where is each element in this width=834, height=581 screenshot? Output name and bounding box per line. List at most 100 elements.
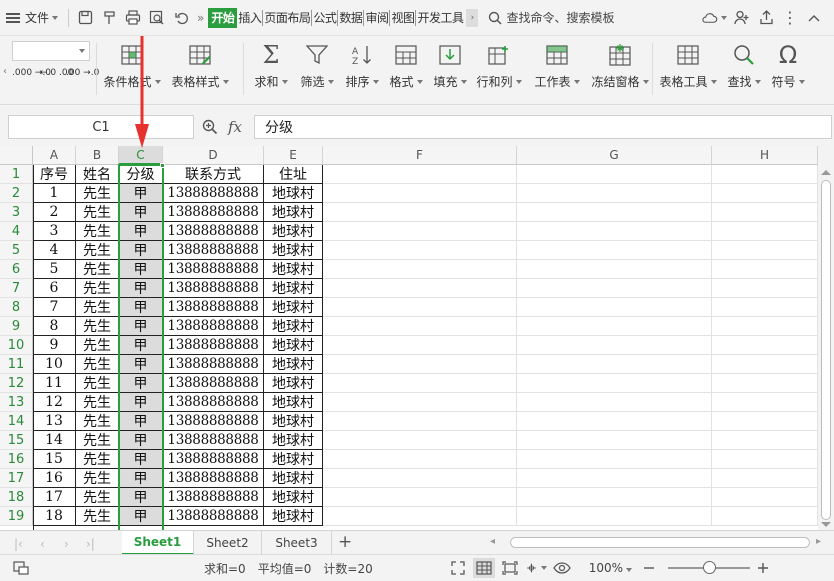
table-cell[interactable]: 先生 — [76, 279, 119, 298]
table-cell[interactable] — [712, 393, 818, 412]
table-header-cell[interactable]: 序号 — [33, 165, 76, 184]
table-cell[interactable] — [323, 165, 517, 184]
table-cell[interactable]: 地球村 — [264, 355, 323, 374]
fullscreen-icon[interactable] — [447, 558, 469, 578]
table-cell[interactable]: 地球村 — [264, 260, 323, 279]
column-header-a[interactable]: A — [33, 146, 76, 165]
horizontal-scroll-thumb[interactable] — [510, 537, 810, 548]
row-header[interactable]: 6 — [0, 260, 33, 279]
column-header-f[interactable]: F — [323, 146, 517, 165]
table-cell[interactable]: 先生 — [76, 203, 119, 222]
table-cell[interactable]: 地球村 — [264, 317, 323, 336]
table-cell[interactable]: 先生 — [76, 355, 119, 374]
table-cell[interactable]: 18 — [33, 507, 76, 526]
row-header[interactable]: 3 — [0, 203, 33, 222]
table-cell[interactable]: 地球村 — [264, 184, 323, 203]
horizontal-scrollbar[interactable]: ◂ ▸ — [480, 536, 830, 550]
print-preview-icon[interactable] — [148, 9, 166, 27]
row-header[interactable]: 16 — [0, 450, 33, 469]
tab-formulas[interactable]: 公式 — [312, 8, 337, 28]
table-cell[interactable] — [517, 279, 712, 298]
table-cell[interactable] — [517, 336, 712, 355]
table-cell[interactable] — [712, 469, 818, 488]
table-cell[interactable] — [712, 488, 818, 507]
table-cell[interactable]: 13888888888 — [163, 203, 264, 222]
table-cell[interactable] — [323, 374, 517, 393]
table-cell[interactable] — [517, 298, 712, 317]
table-cell[interactable] — [712, 241, 818, 260]
table-cell[interactable] — [323, 317, 517, 336]
row-header[interactable]: 18 — [0, 488, 33, 507]
table-cell[interactable]: 甲 — [119, 450, 163, 469]
tabs-scroll-right-icon[interactable]: › — [466, 8, 479, 27]
name-box[interactable]: C1 — [8, 115, 194, 139]
tab-insert[interactable]: 插入 — [237, 8, 262, 28]
table-cell[interactable] — [517, 260, 712, 279]
table-cell[interactable] — [517, 469, 712, 488]
table-cell[interactable]: 5 — [33, 260, 76, 279]
table-header-cell[interactable]: 联系方式 — [163, 165, 264, 184]
chevron-up-icon[interactable] — [805, 9, 823, 27]
table-cell[interactable] — [712, 222, 818, 241]
table-cell[interactable]: 17 — [33, 488, 76, 507]
table-cell[interactable] — [517, 222, 712, 241]
table-cell[interactable]: 先生 — [76, 317, 119, 336]
sheet-tab-sheet2[interactable]: Sheet2 — [194, 531, 262, 555]
table-cell[interactable] — [517, 317, 712, 336]
format-button[interactable]: 格式 — [388, 37, 424, 105]
number-format-select[interactable] — [12, 41, 90, 61]
column-header-h[interactable]: H — [712, 146, 818, 165]
table-cell[interactable]: 先生 — [76, 450, 119, 469]
table-cell[interactable]: 13888888888 — [163, 469, 264, 488]
table-cell[interactable] — [323, 393, 517, 412]
table-cell[interactable] — [323, 241, 517, 260]
row-header[interactable]: 11 — [0, 355, 33, 374]
row-header[interactable]: 7 — [0, 279, 33, 298]
undo-icon[interactable] — [172, 9, 190, 27]
tab-developer[interactable]: 开发工具 — [416, 8, 464, 28]
table-header-cell[interactable]: 住址 — [264, 165, 323, 184]
collaborate-icon[interactable] — [733, 9, 751, 27]
table-cell[interactable]: 7 — [33, 298, 76, 317]
table-cell[interactable]: 先生 — [76, 469, 119, 488]
tab-view[interactable]: 视图 — [390, 8, 415, 28]
column-header-g[interactable]: G — [517, 146, 712, 165]
table-cell[interactable] — [517, 184, 712, 203]
fill-handle[interactable] — [160, 163, 165, 168]
sort-button[interactable]: AZ 排序 — [343, 37, 381, 105]
row-header[interactable]: 1 — [0, 165, 33, 184]
table-cell[interactable]: 13888888888 — [163, 184, 264, 203]
table-cell[interactable] — [323, 450, 517, 469]
table-cell[interactable]: 甲 — [119, 279, 163, 298]
table-cell[interactable] — [323, 355, 517, 374]
decimal-format-button[interactable]: .00 →.0 — [66, 69, 99, 78]
table-cell[interactable]: 先生 — [76, 431, 119, 450]
tab-page-layout[interactable]: 页面布局 — [263, 8, 311, 28]
table-cell[interactable]: 地球村 — [264, 450, 323, 469]
table-cell[interactable]: 地球村 — [264, 374, 323, 393]
table-cell[interactable]: 甲 — [119, 507, 163, 526]
table-cell[interactable]: 地球村 — [264, 431, 323, 450]
column-header-e[interactable]: E — [264, 146, 323, 165]
add-sheet-button[interactable]: + — [338, 532, 352, 552]
vertical-scroll-thumb[interactable] — [821, 180, 831, 520]
table-cell[interactable]: 先生 — [76, 507, 119, 526]
table-cell[interactable]: 地球村 — [264, 336, 323, 355]
table-cell[interactable] — [517, 431, 712, 450]
sheet-tab-sheet3[interactable]: Sheet3 — [262, 531, 332, 555]
insert-function-icon[interactable]: fx — [228, 118, 242, 136]
table-cell[interactable] — [712, 374, 818, 393]
command-search[interactable]: 查找命令、搜索模板 — [488, 9, 615, 26]
cloud-sync-icon[interactable] — [701, 9, 727, 27]
table-cell[interactable]: 14 — [33, 431, 76, 450]
table-cell[interactable]: 先生 — [76, 488, 119, 507]
row-header[interactable]: 5 — [0, 241, 33, 260]
table-cell[interactable] — [517, 165, 712, 184]
column-header-b[interactable]: B — [76, 146, 119, 165]
table-cell[interactable]: 9 — [33, 336, 76, 355]
table-cell[interactable]: 13888888888 — [163, 317, 264, 336]
table-cell[interactable] — [323, 412, 517, 431]
table-cell[interactable] — [517, 203, 712, 222]
table-cell[interactable]: 甲 — [119, 336, 163, 355]
table-cell[interactable]: 地球村 — [264, 241, 323, 260]
